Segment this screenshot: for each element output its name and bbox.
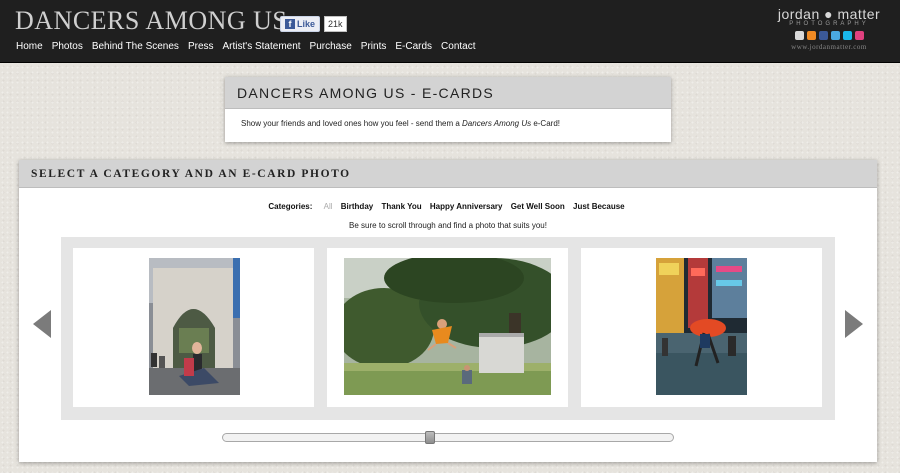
main-nav: Home Photos Behind The Scenes Press Arti… (16, 41, 476, 52)
social-icons (774, 31, 884, 40)
category-all[interactable]: All (324, 202, 333, 211)
brand-url[interactable]: www.jordanmatter.com (774, 43, 884, 51)
nav-prints[interactable]: Prints (361, 41, 387, 52)
photo-carousel (61, 237, 835, 420)
rss-icon[interactable] (806, 31, 816, 40)
nav-e-cards[interactable]: E-Cards (395, 41, 432, 52)
facebook-like-label: Like (297, 19, 316, 29)
ecard-photo-card[interactable] (73, 248, 314, 407)
mail-icon[interactable] (794, 31, 804, 40)
nav-artists-statement[interactable]: Artist's Statement (223, 41, 301, 52)
intro-text-after: e-Card! (531, 119, 560, 128)
photo-dancer-under-tree[interactable] (344, 258, 551, 395)
vimeo-icon[interactable] (842, 31, 852, 40)
flickr-icon[interactable] (854, 31, 864, 40)
category-thank-you[interactable]: Thank You (381, 202, 421, 211)
category-happy-anniversary[interactable]: Happy Anniversary (430, 202, 503, 211)
ecard-photo-card[interactable] (327, 248, 568, 407)
facebook-like-widget[interactable]: f Like 21k (280, 16, 347, 32)
carousel-next-arrow-icon[interactable] (845, 310, 863, 338)
selection-title: SELECT A CATEGORY AND AN E-CARD PHOTO (19, 160, 877, 188)
intro-text-italic: Dancers Among Us (462, 119, 532, 128)
category-just-because[interactable]: Just Because (573, 202, 625, 211)
nav-purchase[interactable]: Purchase (310, 41, 352, 52)
carousel-scrollbar[interactable] (222, 431, 674, 444)
category-birthday[interactable]: Birthday (341, 202, 373, 211)
twitter-icon[interactable] (830, 31, 840, 40)
brand-subtitle: PHOTOGRAPHY (789, 21, 869, 27)
site-title[interactable]: DANCERS AMONG US (15, 6, 287, 36)
ecards-intro-panel: DANCERS AMONG US - E-CARDS Show your fri… (225, 77, 671, 142)
site-header: DANCERS AMONG US f Like 21k Home Photos … (0, 0, 900, 63)
categories-label: Categories: (268, 202, 313, 211)
scroll-hint: Be sure to scroll through and find a pho… (349, 221, 547, 230)
photo-washington-square-arch[interactable] (149, 258, 240, 395)
intro-text-before: Show your friends and loved ones how you… (241, 119, 463, 128)
nav-press[interactable]: Press (188, 41, 214, 52)
category-get-well-soon[interactable]: Get Well Soon (511, 202, 565, 211)
photographer-brand: jordan ● matter PHOTOGRAPHY www.jordanma… (774, 6, 884, 51)
ecard-selection-panel: SELECT A CATEGORY AND AN E-CARD PHOTO Ca… (19, 160, 877, 462)
nav-behind-the-scenes[interactable]: Behind The Scenes (92, 41, 179, 52)
carousel-prev-arrow-icon[interactable] (33, 310, 51, 338)
facebook-icon: f (285, 19, 295, 29)
ecards-intro-text: Show your friends and loved ones how you… (225, 109, 671, 138)
nav-home[interactable]: Home (16, 41, 43, 52)
facebook-like-count: 21k (324, 16, 347, 32)
facebook-icon[interactable] (818, 31, 828, 40)
category-filter: Categories: All Birthday Thank You Happy… (19, 202, 877, 211)
nav-contact[interactable]: Contact (441, 41, 475, 52)
ecards-title: DANCERS AMONG US - E-CARDS (225, 77, 671, 109)
nav-photos[interactable]: Photos (52, 41, 83, 52)
facebook-like-button[interactable]: f Like (280, 16, 321, 32)
ecard-photo-card[interactable] (581, 248, 822, 407)
brand-logo-text[interactable]: jordan ● matter (774, 6, 884, 22)
photo-dancer-in-rain[interactable] (656, 258, 747, 395)
carousel-scrollbar-thumb[interactable] (425, 431, 435, 444)
